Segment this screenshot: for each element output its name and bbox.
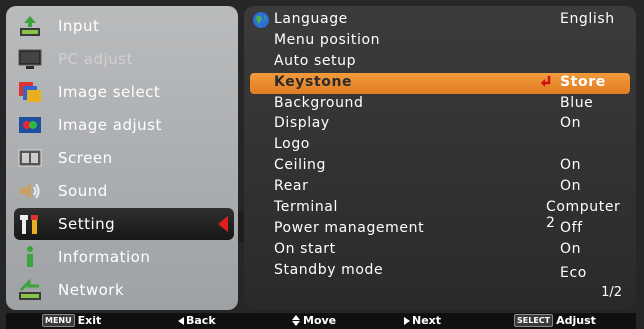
up-down-arrow-icon (292, 315, 300, 326)
screen-icon (16, 145, 44, 171)
move-label: Move (303, 314, 337, 327)
move-hint: Move (292, 314, 336, 327)
setting-label: Rear (274, 178, 309, 194)
menu-item-image-select[interactable]: Image select (14, 76, 234, 108)
setting-value: Blue (560, 95, 594, 111)
image-adjust-icon (16, 112, 44, 138)
menu-key-icon: MENU (42, 314, 75, 327)
active-arrow-icon (218, 216, 228, 232)
menu-item-label: Information (58, 248, 151, 266)
setting-row-auto-setup[interactable]: Auto setup (250, 52, 630, 73)
menu-item-label: Screen (58, 149, 113, 167)
setting-value: Off (560, 220, 583, 236)
setting-value: English (560, 11, 615, 27)
setting-label: Ceiling (274, 157, 327, 173)
setting-label: Background (274, 95, 364, 111)
globe-icon (252, 11, 270, 33)
setting-label: On start (274, 241, 336, 257)
setting-row-keystone[interactable]: Keystone Store (250, 73, 630, 94)
main-menu-panel: Input PC adjust Image select Image adjus… (6, 6, 238, 310)
menu-item-input[interactable]: Input (14, 10, 234, 42)
bottom-help-bar: MENU Exit Back Move Next SELECT Adjust (6, 313, 636, 329)
menu-item-label: PC adjust (58, 50, 133, 68)
setting-label: Menu position (274, 32, 381, 48)
menu-item-setting[interactable]: Setting (14, 208, 234, 240)
menu-item-label: Setting (58, 215, 116, 233)
setting-row-display[interactable]: Display On (250, 114, 630, 135)
page-indicator: 1/2 (601, 285, 622, 300)
menu-item-information[interactable]: Information (14, 241, 234, 273)
setting-icon (16, 211, 44, 237)
menu-item-sound[interactable]: Sound (14, 175, 234, 207)
setting-label: Logo (274, 136, 310, 152)
setting-row-language[interactable]: Language English (250, 10, 630, 31)
setting-label: Power management (274, 220, 425, 236)
menu-item-label: Network (58, 281, 125, 299)
setting-label: Display (274, 115, 330, 131)
setting-submenu-panel: Language English Menu position Auto setu… (244, 6, 636, 310)
speaker-icon (16, 178, 44, 204)
setting-label: Terminal (274, 199, 338, 215)
setting-value: On (560, 178, 582, 194)
setting-label: Standby mode (274, 262, 384, 278)
monitor-icon (16, 46, 44, 72)
image-select-icon (16, 79, 44, 105)
next-hint: Next (404, 314, 441, 327)
setting-value: Eco (560, 265, 587, 281)
back-label: Back (186, 314, 216, 327)
enter-icon (540, 75, 552, 93)
next-label: Next (412, 314, 442, 327)
right-arrow-icon (404, 316, 410, 325)
menu-item-label: Image select (58, 83, 161, 101)
information-icon (16, 244, 44, 270)
setting-label: Auto setup (274, 53, 357, 69)
menu-item-screen[interactable]: Screen (14, 142, 234, 174)
setting-value: On (560, 241, 582, 257)
menu-item-pc-adjust[interactable]: PC adjust (14, 43, 234, 75)
exit-label: Exit (77, 314, 102, 327)
menu-item-label: Image adjust (58, 116, 162, 134)
setting-row-on-start[interactable]: On start On (250, 240, 630, 261)
adjust-hint: SELECT Adjust (514, 314, 596, 327)
setting-value: On (560, 157, 582, 173)
menu-item-image-adjust[interactable]: Image adjust (14, 109, 234, 141)
menu-item-label: Sound (58, 182, 108, 200)
input-icon (16, 13, 44, 39)
select-key-icon: SELECT (514, 314, 554, 327)
setting-label: Keystone (274, 74, 353, 90)
adjust-label: Adjust (556, 314, 596, 327)
setting-value: On (560, 115, 582, 131)
left-arrow-icon (178, 316, 184, 325)
setting-row-power-management[interactable]: Power management Off (250, 219, 630, 240)
setting-value: Store (560, 74, 606, 90)
setting-row-standby-mode[interactable]: Standby mode Eco (250, 261, 630, 282)
setting-row-ceiling[interactable]: Ceiling On (250, 156, 630, 177)
setting-row-logo[interactable]: Logo (250, 135, 630, 156)
network-icon (16, 277, 44, 303)
setting-row-rear[interactable]: Rear On (250, 177, 630, 198)
exit-hint: MENU Exit (42, 314, 101, 327)
setting-row-terminal[interactable]: Terminal Computer 2 (250, 198, 630, 231)
menu-item-network[interactable]: Network (14, 274, 234, 306)
setting-row-menu-position[interactable]: Menu position (250, 31, 630, 52)
back-hint: Back (178, 314, 216, 327)
projector-osd: Input PC adjust Image select Image adjus… (0, 0, 644, 329)
menu-item-label: Input (58, 17, 100, 35)
setting-row-background[interactable]: Background Blue (250, 94, 630, 115)
setting-label: Language (274, 11, 348, 27)
